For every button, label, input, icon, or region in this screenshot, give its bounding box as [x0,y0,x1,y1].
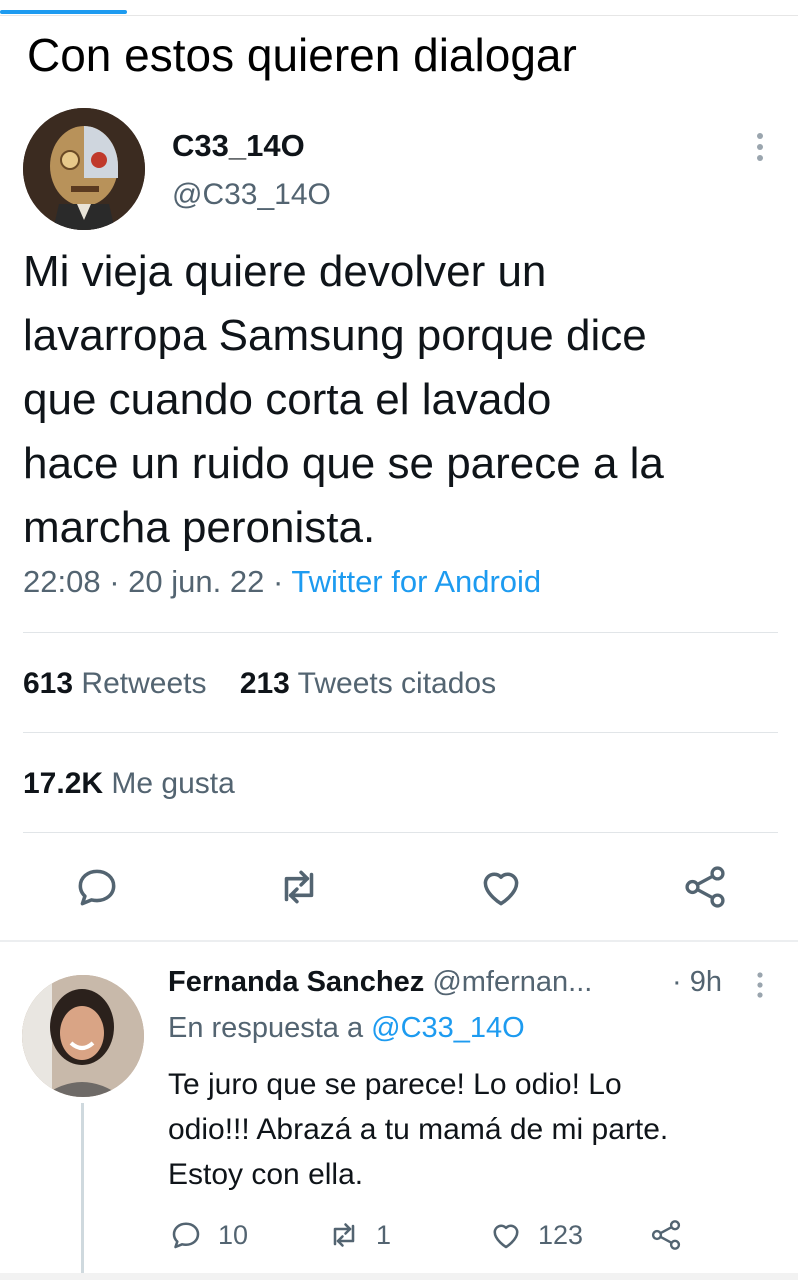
like-icon [493,1224,519,1249]
tab-indicator [0,10,127,14]
author-avatar[interactable] [23,108,145,230]
like-count: 123 [538,1219,584,1250]
more-options-icon[interactable] [750,970,770,1000]
retweets-stat[interactable]: 613 Retweets [23,667,206,700]
reply-share-button[interactable] [648,1215,698,1255]
likes-label: Me gusta [111,767,235,800]
divider [23,732,778,733]
author-display-name[interactable]: C33_14O [172,128,305,164]
retweets-count: 613 [23,667,74,700]
reply-text: Te juro que se parece! Lo odio! Lo odio!… [168,1068,669,1191]
top-divider [0,15,798,16]
likes-stat[interactable]: 17.2K Me gusta [23,767,235,801]
section-separator [0,940,798,942]
replying-label: En respuesta a [168,1012,364,1044]
reply-display-name[interactable]: Fernanda Sanchez [168,966,424,998]
reply-handle[interactable]: @mfernan... [432,966,592,998]
quotes-label: Tweets citados [297,667,497,700]
meta-separator: · [272,564,284,599]
meta-separator: · [109,564,120,599]
tweet-text: Mi vieja quiere devolver un lavarropa Sa… [23,247,664,552]
likes-count: 17.2K [23,767,104,800]
reply-icon [172,1222,200,1249]
replying-to: En respuesta a @C33_14O [168,1012,525,1045]
reply-reply-button[interactable]: 10 [168,1215,248,1255]
share-icon [651,1220,681,1250]
retweet-count: 1 [376,1219,392,1250]
retweets-label: Retweets [81,667,207,700]
reply-like-button[interactable]: 123 [488,1215,583,1255]
reply-count: 10 [218,1219,249,1250]
engagement-stats: 613 Retweets 213 Tweets citados [23,667,496,701]
reply-header[interactable]: Fernanda Sanchez @mfernan... [168,966,592,999]
share-icon[interactable] [680,862,730,912]
quotes-stat[interactable]: 213 Tweets citados [240,667,496,700]
thread-line [81,1103,84,1275]
reply-author-avatar[interactable] [22,975,144,1097]
reply-time: · 9h [672,966,722,998]
divider [23,632,778,633]
like-icon[interactable] [476,862,526,912]
tweet-time: 22:08 [23,564,101,599]
tweet-meta: 22:08 · 20 jun. 22 · Twitter for Android [23,564,541,600]
retweet-icon [333,1223,355,1247]
bottom-edge [0,1273,798,1280]
tweet-date: 20 jun. 22 [128,564,265,599]
reply-retweet-button[interactable]: 1 [326,1215,391,1255]
divider [23,832,778,833]
caption-text: Con estos quieren dialogar [27,29,577,81]
reply-icon[interactable] [72,862,122,912]
more-options-icon[interactable] [748,130,772,164]
quotes-count: 213 [239,667,290,700]
tweet-source-link[interactable]: Twitter for Android [291,564,541,599]
retweet-icon[interactable] [274,862,324,912]
author-handle[interactable]: @C33_14O [172,178,331,212]
replying-to-mention[interactable]: @C33_14O [371,1012,525,1044]
